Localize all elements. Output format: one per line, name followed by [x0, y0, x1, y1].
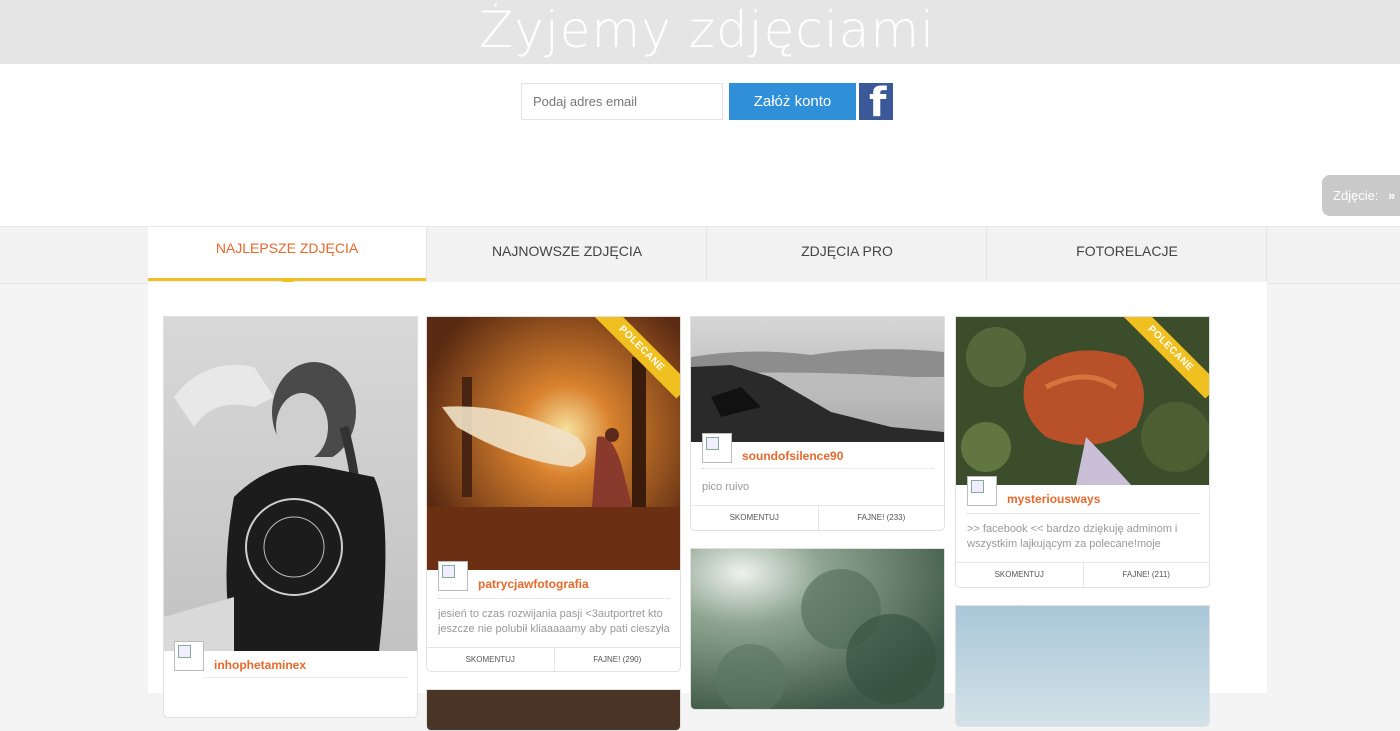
username[interactable]: inhophetaminex	[214, 658, 306, 672]
email-input[interactable]	[521, 83, 723, 120]
create-account-button[interactable]: Załóż konto	[729, 83, 856, 120]
photo-card[interactable]	[690, 548, 945, 710]
facebook-login-button[interactable]: f	[859, 83, 893, 120]
username[interactable]: patrycjawfotografia	[478, 577, 589, 591]
side-tab-label: Zdjęcie:	[1333, 188, 1379, 203]
site-title: Żyjemy zdjęciami	[479, 1, 935, 59]
photo-card[interactable]: inhophetaminex	[163, 316, 418, 718]
photo-description: jesień to czas rozwijania pasji <3autpor…	[438, 608, 670, 635]
photo-card[interactable]: soundofsilence90 pico ruivo SKOMENTUJ FA…	[690, 316, 945, 531]
avatar[interactable]	[174, 641, 204, 671]
like-button[interactable]: FAJNE! (290)	[553, 648, 681, 671]
avatar[interactable]	[702, 433, 732, 463]
photo-image[interactable]	[691, 549, 944, 709]
facebook-icon: f	[869, 83, 887, 120]
username[interactable]: soundofsilence90	[742, 449, 843, 463]
avatar[interactable]	[438, 561, 468, 591]
photo-description: pico ruivo	[702, 481, 750, 493]
comment-button[interactable]: SKOMENTUJ	[427, 648, 554, 671]
photo-card[interactable]	[955, 605, 1210, 727]
avatar[interactable]	[967, 476, 997, 506]
tab-label: ZDJĘCIA PRO	[801, 243, 893, 259]
tab-label: NAJNOWSZE ZDJĘCIA	[491, 243, 643, 259]
tab-label: FOTORELACJE	[1076, 243, 1178, 259]
divider	[438, 598, 670, 599]
tab-newest-photos[interactable]: NAJNOWSZE ZDJĘCIA	[428, 227, 707, 281]
card-actions: SKOMENTUJ FAJNE! (211)	[956, 562, 1209, 587]
like-button[interactable]: FAJNE! (233)	[817, 506, 945, 530]
photo-image[interactable]	[956, 606, 1209, 726]
like-button[interactable]: FAJNE! (211)	[1082, 563, 1210, 587]
photo-card[interactable]: POLECANE patrycjawfotografia jesień to c…	[426, 316, 681, 672]
username[interactable]: mysteriousways	[1007, 492, 1100, 506]
photo-image[interactable]	[164, 317, 417, 651]
photo-card[interactable]	[426, 689, 681, 731]
photo-side-tab[interactable]: Zdjęcie: »	[1322, 175, 1400, 216]
tab-label: NAJLEPSZE ZDJĘCIA	[215, 240, 359, 256]
double-chevron-right-icon: »	[1388, 188, 1396, 203]
comment-button[interactable]: SKOMENTUJ	[691, 506, 818, 530]
divider	[967, 513, 1199, 514]
photo-description: >> facebook << bardzo dziękuję adminom i…	[967, 523, 1178, 550]
tab-photo-reports[interactable]: FOTORELACJE	[988, 227, 1267, 281]
tab-pro-photos[interactable]: ZDJĘCIA PRO	[708, 227, 987, 281]
divider	[702, 468, 934, 469]
photo-image[interactable]	[427, 690, 680, 730]
photo-image[interactable]	[691, 317, 944, 442]
tab-best-photos[interactable]: NAJLEPSZE ZDJĘCIA	[148, 227, 427, 287]
photo-card[interactable]: POLECANE mysteriousways >> facebook << b…	[955, 316, 1210, 588]
card-actions: SKOMENTUJ FAJNE! (233)	[691, 505, 944, 530]
comment-button[interactable]: SKOMENTUJ	[956, 563, 1083, 587]
card-actions: SKOMENTUJ FAJNE! (290)	[427, 647, 681, 671]
divider	[204, 677, 407, 678]
